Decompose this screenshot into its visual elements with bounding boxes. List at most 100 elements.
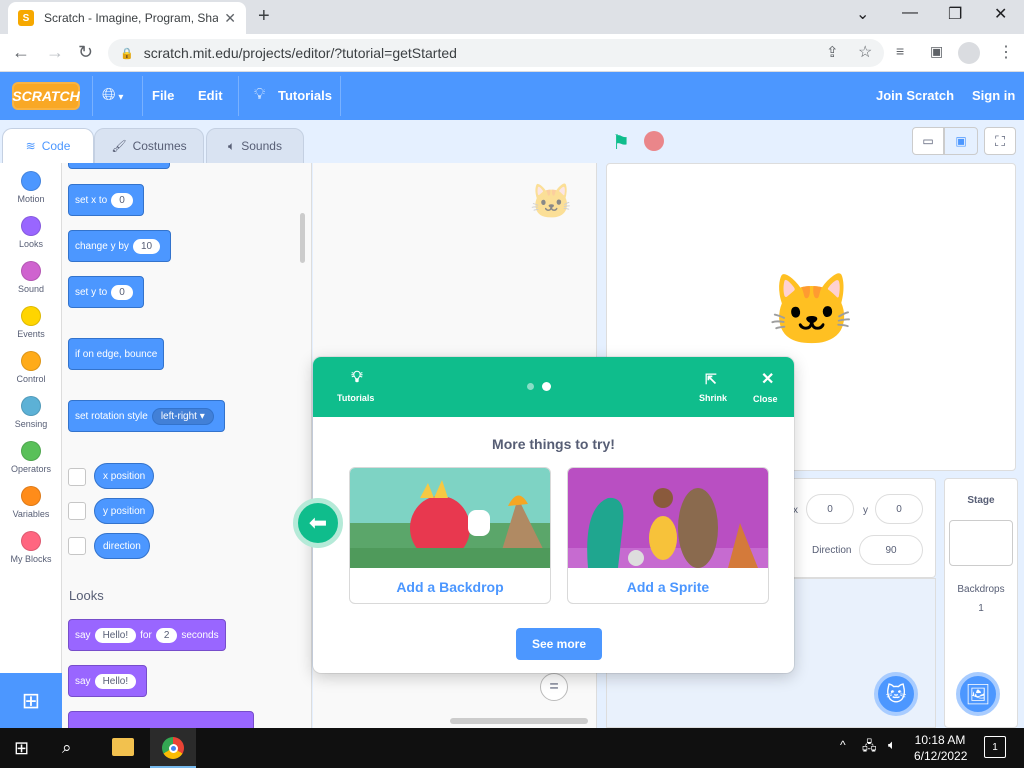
globe-language-icon[interactable]: 🌐︎ ▾ xyxy=(102,85,123,105)
tutorials-menu[interactable]: Tutorials xyxy=(278,88,332,103)
backdrop-thumbnail[interactable] xyxy=(949,520,1013,566)
kebab-menu-icon[interactable]: ⋮ xyxy=(998,42,1014,62)
profile-avatar-icon[interactable] xyxy=(958,42,980,64)
share-icon[interactable]: ⇪ xyxy=(826,43,839,61)
block-motion-partial[interactable] xyxy=(68,163,170,169)
minimize-icon[interactable]: — xyxy=(902,4,918,22)
bookmark-star-icon[interactable]: ☆ xyxy=(858,42,872,62)
step-dot[interactable] xyxy=(527,383,534,390)
tab-costumes[interactable]: 🖌︎ Costumes xyxy=(94,128,204,164)
side-panel-icon[interactable]: ▣ xyxy=(930,43,943,60)
file-menu[interactable]: File xyxy=(152,88,174,103)
new-tab-icon[interactable]: + xyxy=(258,5,270,28)
block-input[interactable]: Hello! xyxy=(94,627,137,643)
palette-scrollbar[interactable] xyxy=(300,213,305,263)
block-input[interactable]: 0 xyxy=(111,192,133,208)
show-hidden-icons-icon[interactable]: ^ xyxy=(840,738,846,752)
url-bar[interactable]: 🔒 scratch.mit.edu/projects/editor/?tutor… xyxy=(108,39,884,67)
checkbox-y-position[interactable] xyxy=(68,502,86,520)
choose-sprite-button[interactable]: 🐱︎ xyxy=(874,672,918,716)
step-dot-active[interactable] xyxy=(542,382,551,391)
rotation-dropdown[interactable]: left-right ▾ xyxy=(151,407,214,425)
tutorials-link[interactable]: Tutorials xyxy=(337,393,374,403)
block-direction[interactable]: direction xyxy=(94,533,150,559)
x-field[interactable]: 0 xyxy=(806,494,854,524)
sign-in-link[interactable]: Sign in xyxy=(972,88,1015,103)
category-sensing[interactable]: Sensing xyxy=(0,396,62,429)
block-rotation-style[interactable]: set rotation style left-right ▾ xyxy=(68,400,225,432)
chrome-taskbar-button[interactable] xyxy=(150,728,196,768)
search-icon[interactable]: ⌕ xyxy=(62,738,72,758)
category-events[interactable]: Events xyxy=(0,306,62,339)
block-input[interactable]: 0 xyxy=(111,284,133,300)
notifications-icon[interactable]: 1 xyxy=(984,736,1006,758)
y-field[interactable]: 0 xyxy=(875,494,923,524)
category-my-blocks[interactable]: My Blocks xyxy=(0,531,62,564)
block-input[interactable]: 10 xyxy=(132,238,161,254)
block-say[interactable]: say Hello! xyxy=(68,665,148,697)
back-arrow-icon[interactable]: ← xyxy=(12,42,30,63)
browser-tab[interactable]: S Scratch - Imagine, Program, Sha ✕ xyxy=(8,2,246,34)
image-add-icon: 🖼︎ xyxy=(965,683,991,706)
tutorial-modal: 💡︎ Tutorials ⇱ Shrink ✕ Close More thing… xyxy=(313,357,794,673)
checkbox-direction[interactable] xyxy=(68,537,86,555)
fullscreen-icon[interactable]: ⛶ xyxy=(984,127,1016,155)
block-say-for-secs[interactable]: say Hello! for 2 seconds xyxy=(68,619,226,651)
media-queue-icon[interactable]: ≡ xyxy=(896,43,904,59)
small-stage-icon[interactable]: ▭ xyxy=(912,127,944,155)
chevron-down-icon[interactable]: ⌄ xyxy=(856,4,869,24)
block-change-y[interactable]: change y by 10 xyxy=(68,230,172,262)
shrink-button[interactable]: Shrink xyxy=(699,393,727,403)
direction-field[interactable]: 90 xyxy=(859,535,923,565)
choose-backdrop-button[interactable]: 🖼︎ xyxy=(956,672,1000,716)
file-explorer-icon[interactable] xyxy=(112,738,134,756)
close-tab-icon[interactable]: ✕ xyxy=(224,10,236,27)
block-input[interactable]: Hello! xyxy=(94,673,137,689)
block-bounce[interactable]: if on edge, bounce xyxy=(68,338,165,370)
forward-arrow-icon[interactable]: → xyxy=(46,42,64,63)
tab-code[interactable]: ≋ Code xyxy=(2,128,94,164)
category-looks[interactable]: Looks xyxy=(0,216,62,249)
windows-start-icon[interactable]: ⊞ xyxy=(14,738,29,759)
block-think-partial[interactable] xyxy=(68,711,254,728)
block-set-y[interactable]: set y to 0 xyxy=(68,276,144,308)
category-label: Events xyxy=(17,329,45,339)
add-backdrop-card[interactable]: Add a Backdrop xyxy=(349,467,551,604)
green-flag-icon[interactable]: ⚑ xyxy=(612,130,630,155)
edit-menu[interactable]: Edit xyxy=(198,88,223,103)
cat-add-icon: 🐱︎ xyxy=(885,683,907,706)
previous-step-button[interactable]: ⬅︎ xyxy=(293,498,343,548)
block-x-position[interactable]: x position xyxy=(94,463,155,489)
network-icon[interactable]: 🖧︎ xyxy=(862,737,877,759)
stop-icon[interactable] xyxy=(644,131,664,151)
category-operators[interactable]: Operators xyxy=(0,441,62,474)
scratch-logo[interactable]: SCRATCH xyxy=(12,82,80,110)
category-label: Motion xyxy=(17,194,45,204)
category-motion[interactable]: Motion xyxy=(0,171,62,204)
join-scratch-link[interactable]: Join Scratch xyxy=(876,88,954,103)
add-sprite-card[interactable]: Add a Sprite xyxy=(567,467,769,604)
clock-time: 10:18 AM xyxy=(914,733,966,747)
tab-sounds[interactable]: 🔈︎ Sounds xyxy=(206,128,304,164)
clock[interactable]: 10:18 AM 6/12/2022 xyxy=(914,733,967,763)
large-stage-icon[interactable]: ▣ xyxy=(944,127,978,155)
back-arrow-icon: ⬅︎ xyxy=(308,510,328,535)
volume-icon[interactable]: 🔈︎ xyxy=(888,737,896,753)
category-control[interactable]: Control xyxy=(0,351,62,384)
close-window-icon[interactable]: ✕ xyxy=(994,4,1007,24)
restore-icon[interactable]: ❐ xyxy=(948,4,962,24)
block-set-x[interactable]: set x to 0 xyxy=(68,184,144,216)
reload-icon[interactable]: ↻ xyxy=(78,42,93,63)
workspace-scrollbar[interactable] xyxy=(450,718,588,724)
code-icon: ≋ xyxy=(25,139,36,153)
block-y-position[interactable]: y position xyxy=(94,498,155,524)
close-button[interactable]: Close xyxy=(753,394,778,404)
block-input[interactable]: 2 xyxy=(155,627,178,643)
zoom-reset-button[interactable]: = xyxy=(540,673,568,701)
category-sound[interactable]: Sound xyxy=(0,261,62,294)
checkbox-x-position[interactable] xyxy=(68,468,86,486)
cat-sprite-icon[interactable]: 🐱 xyxy=(768,270,855,352)
see-more-button[interactable]: See more xyxy=(516,628,602,660)
add-extension-button[interactable]: ⊞ xyxy=(0,673,62,728)
category-variables[interactable]: Variables xyxy=(0,486,62,519)
